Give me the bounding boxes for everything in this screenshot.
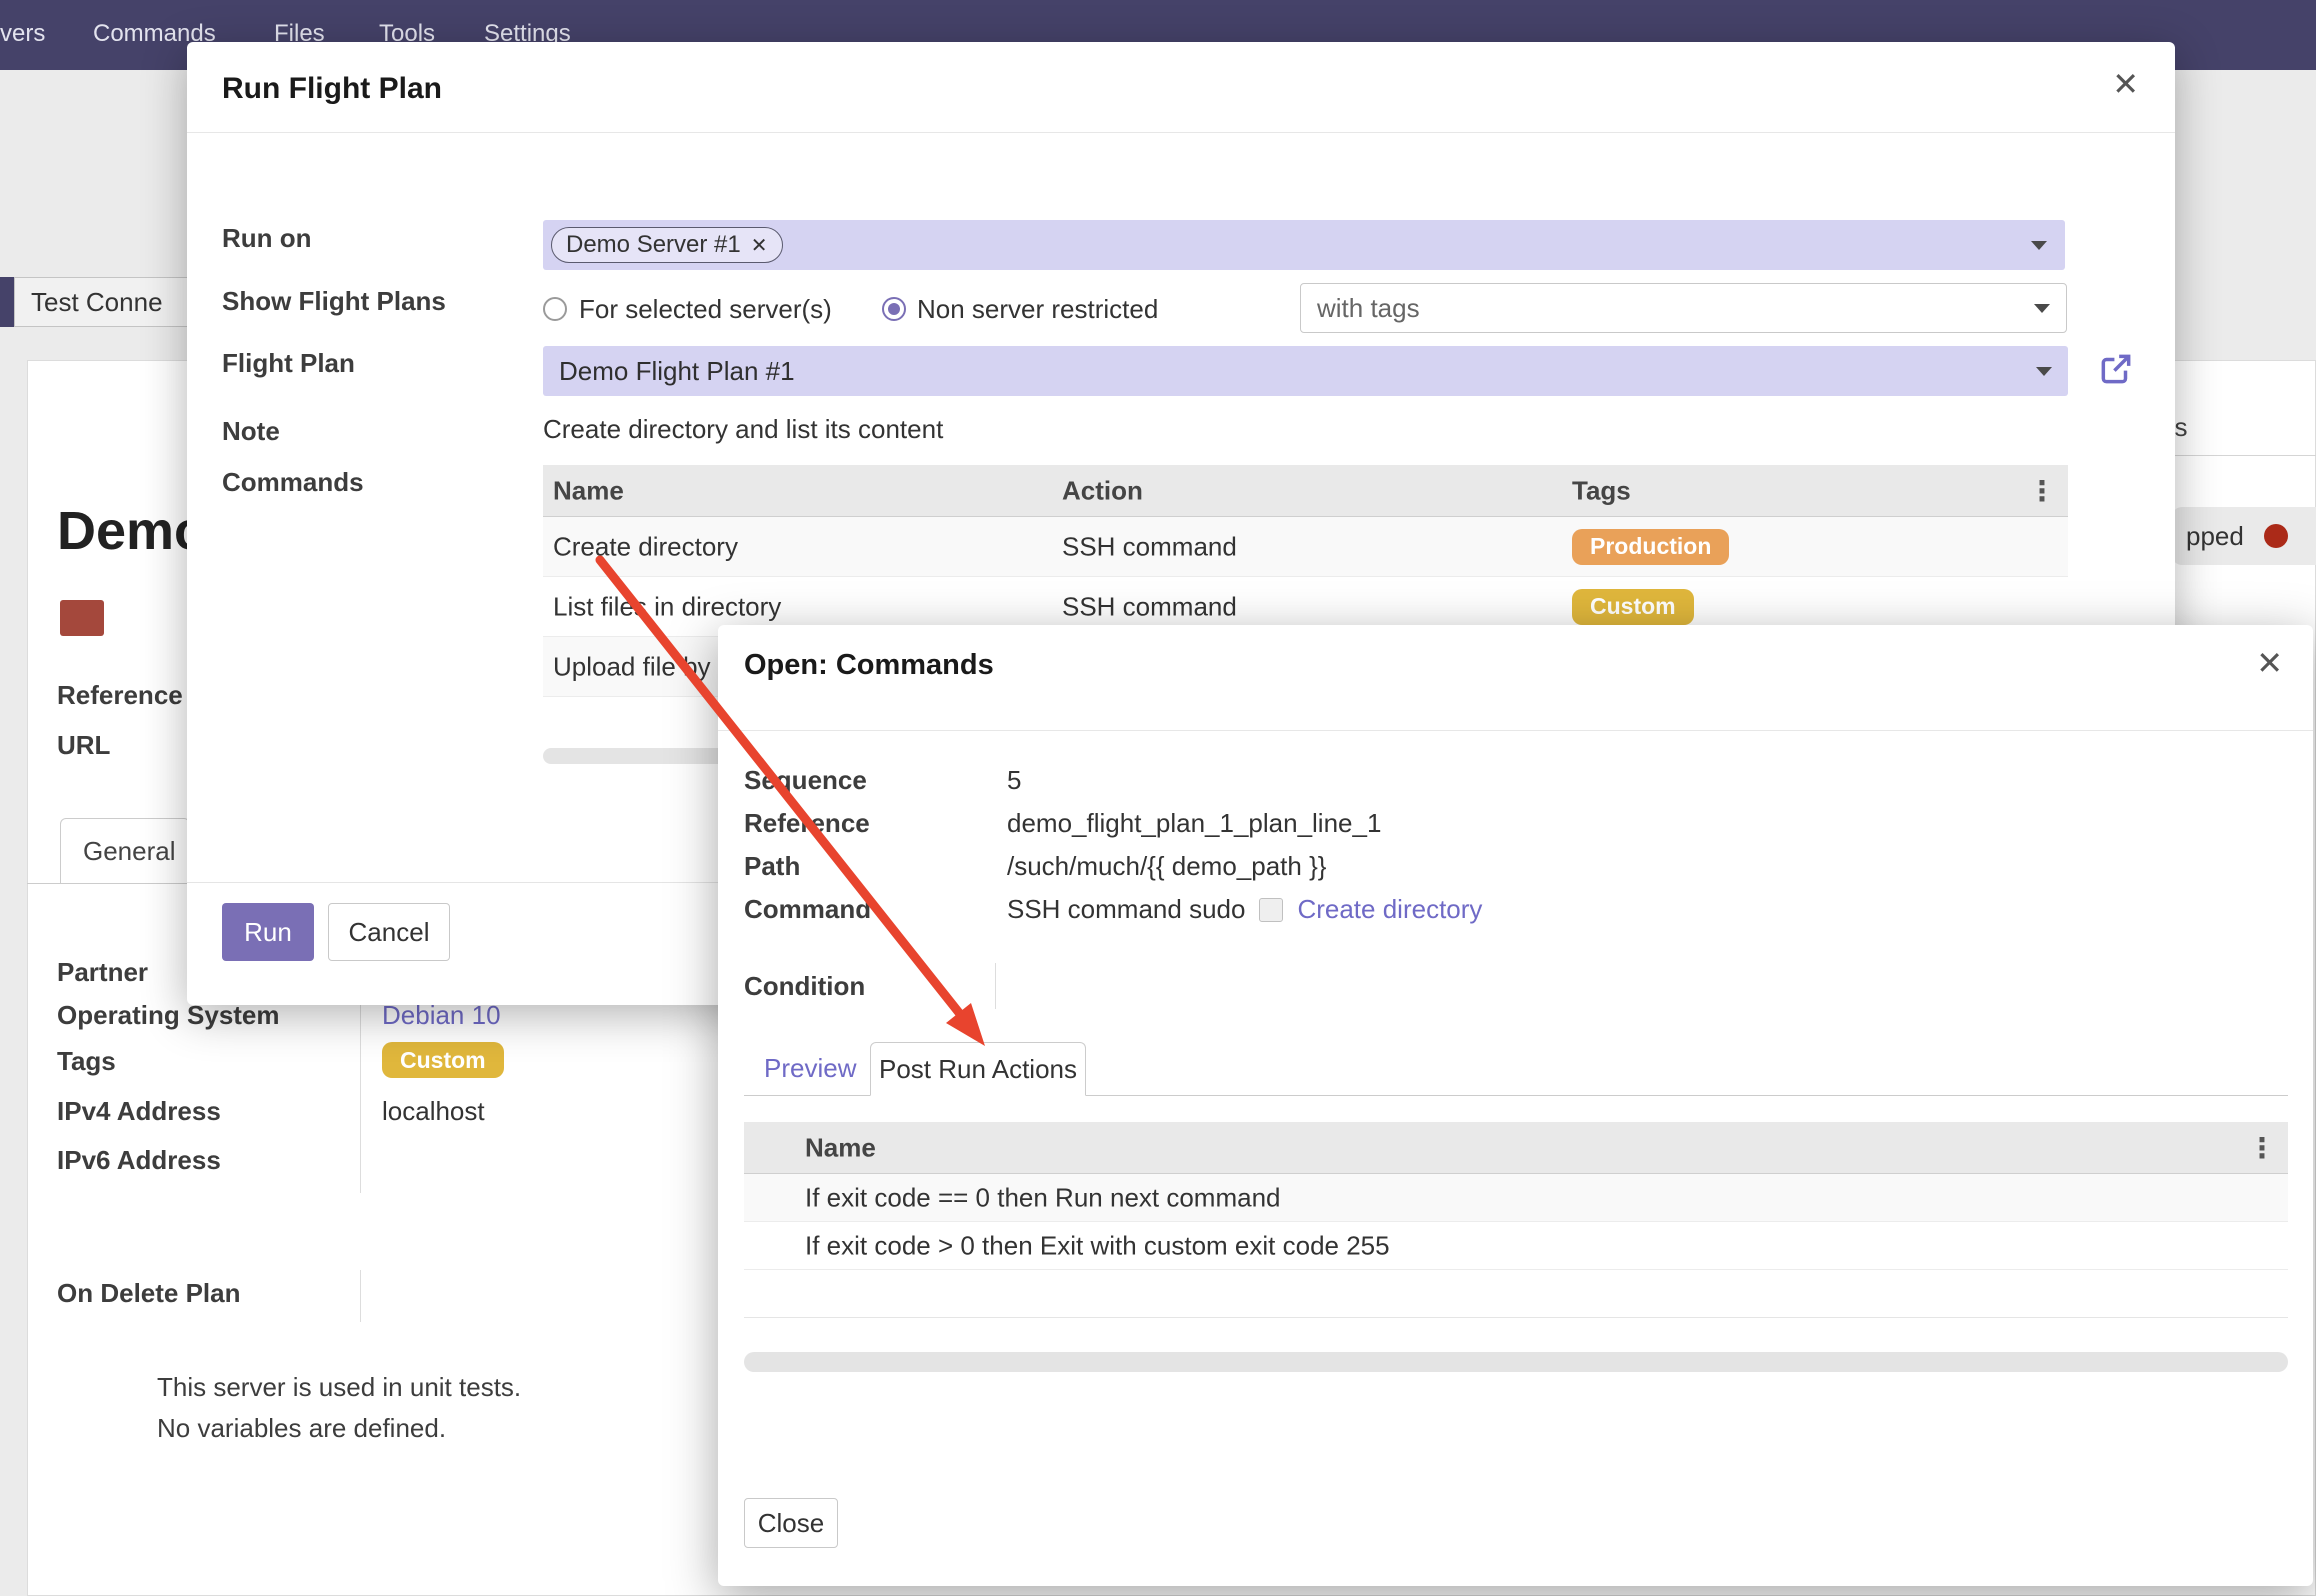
cut-primary-button[interactable] bbox=[0, 277, 14, 327]
modal-header-divider bbox=[718, 730, 2313, 731]
cancel-button[interactable]: Cancel bbox=[328, 903, 450, 961]
screen: vers Commands Files Tools Settings Test … bbox=[0, 0, 2316, 1596]
post-run-actions-table: Name ⋮ If exit code == 0 then Run next c… bbox=[744, 1122, 2288, 1318]
path-value: /such/much/{{ demo_path }} bbox=[1007, 851, 1326, 882]
kebab-menu-icon[interactable]: ⋮ bbox=[2248, 1131, 2276, 1164]
run-on-label: Run on bbox=[222, 223, 312, 254]
card-divider bbox=[2154, 455, 2316, 456]
table-row[interactable]: If exit code > 0 then Exit with custom e… bbox=[744, 1222, 2288, 1270]
sequence-value: 5 bbox=[1007, 765, 1021, 796]
chevron-down-icon bbox=[2031, 241, 2047, 250]
server-tag-chip[interactable]: Demo Server #1 ✕ bbox=[551, 227, 783, 263]
column-tags: Tags bbox=[1572, 475, 1631, 506]
modal-title: Run Flight Plan bbox=[222, 72, 442, 106]
server-title: Demo bbox=[57, 500, 207, 562]
partner-label: Partner bbox=[57, 957, 148, 988]
tab-general[interactable]: General bbox=[60, 818, 190, 884]
table-header: Name ⋮ bbox=[744, 1122, 2288, 1174]
commands-label: Commands bbox=[222, 467, 364, 498]
menu-servers[interactable]: vers bbox=[0, 20, 45, 48]
unit-test-note-line1: This server is used in unit tests. bbox=[157, 1372, 521, 1403]
chevron-down-icon bbox=[2034, 304, 2050, 313]
with-tags-dropdown[interactable]: with tags bbox=[1300, 283, 2067, 333]
column-name: Name bbox=[553, 475, 624, 506]
path-label: Path bbox=[744, 851, 800, 882]
condition-label: Condition bbox=[744, 971, 865, 1002]
reference-value: demo_flight_plan_1_plan_line_1 bbox=[1007, 808, 1381, 839]
command-value: SSH command sudo bbox=[1007, 894, 1245, 925]
form-divider bbox=[360, 1270, 361, 1322]
open-commands-modal: Open: Commands ✕ Sequence 5 Reference de… bbox=[718, 625, 2313, 1586]
test-connection-button[interactable]: Test Conne bbox=[14, 277, 192, 327]
command-label: Command bbox=[744, 894, 871, 925]
tag-custom-badge: Custom bbox=[382, 1042, 504, 1078]
cell-name: If exit code > 0 then Exit with custom e… bbox=[805, 1230, 1390, 1261]
flight-plan-label: Flight Plan bbox=[222, 348, 355, 379]
status-text: pped bbox=[2186, 521, 2244, 552]
column-name: Name bbox=[805, 1132, 876, 1163]
ipv4-value: localhost bbox=[382, 1096, 485, 1127]
close-icon[interactable]: ✕ bbox=[2256, 647, 2283, 679]
reference-label: Reference bbox=[744, 808, 870, 839]
chevron-down-icon bbox=[2036, 367, 2052, 376]
cell-name: Create directory bbox=[553, 531, 738, 562]
cell-action: SSH command bbox=[1062, 531, 1237, 562]
server-tag-label: Demo Server #1 bbox=[566, 231, 741, 259]
tab-post-run-actions[interactable]: Post Run Actions bbox=[870, 1042, 1086, 1096]
color-swatch[interactable] bbox=[60, 600, 104, 636]
remove-tag-icon[interactable]: ✕ bbox=[751, 233, 768, 258]
tag-production-badge: Production bbox=[1572, 529, 1729, 565]
unit-test-note-line2: No variables are defined. bbox=[157, 1413, 446, 1444]
flight-plan-value: Demo Flight Plan #1 bbox=[559, 356, 795, 387]
table-row[interactable]: Create directory SSH command Production bbox=[543, 517, 2068, 577]
reference-label: Reference bbox=[57, 680, 183, 711]
tab-preview[interactable]: Preview bbox=[764, 1053, 856, 1084]
radio-for-selected-servers-label[interactable]: For selected server(s) bbox=[579, 294, 832, 325]
cell-name: Upload file by bbox=[553, 651, 711, 682]
table-row[interactable]: If exit code == 0 then Run next command bbox=[744, 1174, 2288, 1222]
close-button[interactable]: Close bbox=[744, 1498, 838, 1548]
command-value-row: SSH command sudo Create directory bbox=[1007, 894, 1482, 925]
url-label: URL bbox=[57, 730, 110, 761]
radio-for-selected-servers[interactable] bbox=[543, 297, 567, 321]
kebab-menu-icon[interactable]: ⋮ bbox=[2028, 474, 2056, 507]
status-stopped-dot bbox=[2264, 524, 2288, 548]
empty-row bbox=[744, 1270, 2288, 1318]
column-action: Action bbox=[1062, 475, 1143, 506]
cell-name: If exit code == 0 then Run next command bbox=[805, 1182, 1281, 1213]
modal-header-divider bbox=[187, 132, 2175, 133]
tags-label: Tags bbox=[57, 1046, 116, 1077]
sequence-label: Sequence bbox=[744, 765, 867, 796]
flight-plan-select[interactable]: Demo Flight Plan #1 bbox=[543, 346, 2068, 396]
run-button[interactable]: Run bbox=[222, 903, 314, 961]
table-header: Name Action Tags ⋮ bbox=[543, 465, 2068, 517]
modal-title: Open: Commands bbox=[744, 649, 994, 682]
note-label: Note bbox=[222, 416, 280, 447]
checkbox[interactable] bbox=[1259, 898, 1283, 922]
tag-custom-badge: Custom bbox=[1572, 589, 1694, 625]
form-divider bbox=[995, 963, 996, 1009]
run-on-tags-field[interactable]: Demo Server #1 ✕ bbox=[543, 220, 2065, 270]
horizontal-scrollbar[interactable] bbox=[744, 1352, 2288, 1372]
status-badge: pped bbox=[2172, 507, 2316, 565]
cell-name: List files in directory bbox=[553, 591, 781, 622]
ipv4-label: IPv4 Address bbox=[57, 1096, 221, 1127]
close-icon[interactable]: ✕ bbox=[2112, 68, 2139, 100]
radio-non-server-restricted[interactable] bbox=[882, 297, 906, 321]
cell-action: SSH command bbox=[1062, 591, 1237, 622]
ipv6-label: IPv6 Address bbox=[57, 1145, 221, 1176]
radio-non-server-restricted-label[interactable]: Non server restricted bbox=[917, 294, 1158, 325]
with-tags-placeholder: with tags bbox=[1317, 293, 1420, 324]
on-delete-plan-label: On Delete Plan bbox=[57, 1278, 241, 1309]
external-link-icon[interactable] bbox=[2097, 350, 2135, 388]
show-flight-plans-label: Show Flight Plans bbox=[222, 286, 446, 317]
command-link[interactable]: Create directory bbox=[1297, 894, 1482, 925]
note-value: Create directory and list its content bbox=[543, 414, 943, 445]
